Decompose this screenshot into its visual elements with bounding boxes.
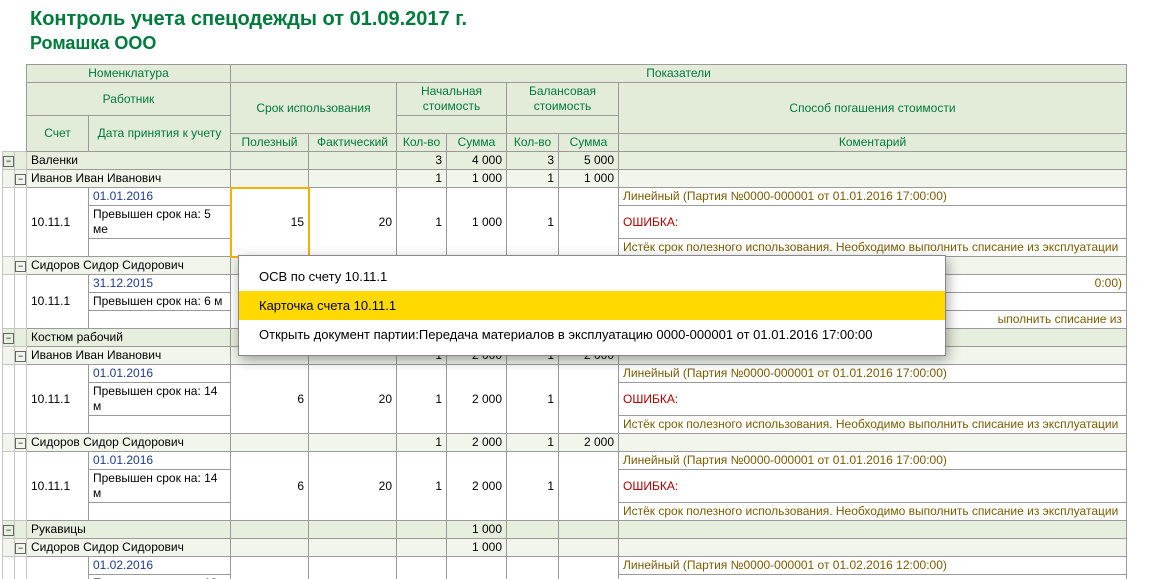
method-cell: Линейный (Партия №0000-000001 от 01.01.2… <box>619 365 1127 383</box>
tree-toggle[interactable]: − <box>3 152 15 170</box>
company-name: Ромашка ООО <box>30 33 1154 54</box>
hdr-indicators: Показатели <box>231 65 1127 83</box>
hdr-worker: Работник <box>27 83 231 116</box>
worker-row[interactable]: −Иванов Иван Иванович11 00011 000 <box>3 170 1127 188</box>
hdr-sum1: Сумма <box>447 134 507 152</box>
context-menu: ОСВ по счету 10.11.1 Карточка счета 10.1… <box>238 255 946 356</box>
method-cell: Линейный (Партия №0000-000001 от 01.01.2… <box>619 452 1127 470</box>
page-title: Контроль учета спецодежды от 01.09.2017 … <box>30 8 1154 31</box>
tree-toggle[interactable]: − <box>15 539 27 557</box>
hdr-actual: Фактический <box>309 134 397 152</box>
hdr-sum2: Сумма <box>559 134 619 152</box>
error-text: Истёк срок полезного использования. Необ… <box>619 416 1127 434</box>
menu-item-card[interactable]: Карточка счета 10.11.1 <box>239 291 945 320</box>
hdr-balance: Балансовая стоимость <box>507 83 619 116</box>
status-label: ПРЕДУПРЕЖДЕНИЕ: <box>619 575 1127 579</box>
tree-toggle[interactable]: − <box>15 170 27 188</box>
worker-row[interactable]: −Сидоров Сидор Сидорович12 00012 000 <box>3 434 1127 452</box>
tree-toggle[interactable]: − <box>15 257 27 275</box>
worker-row[interactable]: −Сидоров Сидор Сидорович1 000 <box>3 539 1127 557</box>
detail-row[interactable]: МЦ.0201.02.2016191 000Линейный (Партия №… <box>3 557 1127 575</box>
item-row[interactable]: −Валенки34 00035 000 <box>3 152 1127 170</box>
error-text: Истёк срок полезного использования. Необ… <box>619 239 1127 257</box>
item-row[interactable]: −Рукавицы1 000 <box>3 521 1127 539</box>
hdr-initial: Начальная стоимость <box>397 83 507 116</box>
hdr-nomenclature: Номенклатура <box>27 65 231 83</box>
menu-item-open-doc[interactable]: Открыть документ партии:Передача материа… <box>239 320 945 349</box>
status-label: ОШИБКА: <box>619 383 1127 416</box>
method-cell: Линейный (Партия №0000-000001 от 01.02.2… <box>619 557 1127 575</box>
method-cell: Линейный (Партия №0000-000001 от 01.01.2… <box>619 188 1127 206</box>
hdr-qty2: Кол-во <box>507 134 559 152</box>
hdr-useful: Полезный <box>231 134 309 152</box>
hdr-comment: Коментарий <box>619 134 1127 152</box>
hdr-repay: Способ погашения стоимости <box>619 83 1127 134</box>
status-label: ОШИБКА: <box>619 470 1127 503</box>
tree-toggle[interactable]: − <box>15 434 27 452</box>
detail-row[interactable]: 10.11.101.01.201662012 0001Линейный (Пар… <box>3 365 1127 383</box>
hdr-accept-date: Дата принятия к учету <box>89 116 231 152</box>
error-text: Истёк срок полезного использования. Необ… <box>619 503 1127 521</box>
tree-toggle[interactable]: − <box>3 329 15 347</box>
status-label: ОШИБКА: <box>619 206 1127 239</box>
tree-toggle[interactable]: − <box>3 521 15 539</box>
hdr-qty1: Кол-во <box>397 134 447 152</box>
hdr-account: Счет <box>27 116 89 152</box>
hdr-usage: Срок использования <box>231 83 397 134</box>
menu-item-osv[interactable]: ОСВ по счету 10.11.1 <box>239 262 945 291</box>
detail-row[interactable]: 10.11.101.01.2016152011 0001Линейный (Па… <box>3 188 1127 206</box>
tree-toggle[interactable]: − <box>15 347 27 365</box>
detail-row[interactable]: 10.11.101.01.201662012 0001Линейный (Пар… <box>3 452 1127 470</box>
